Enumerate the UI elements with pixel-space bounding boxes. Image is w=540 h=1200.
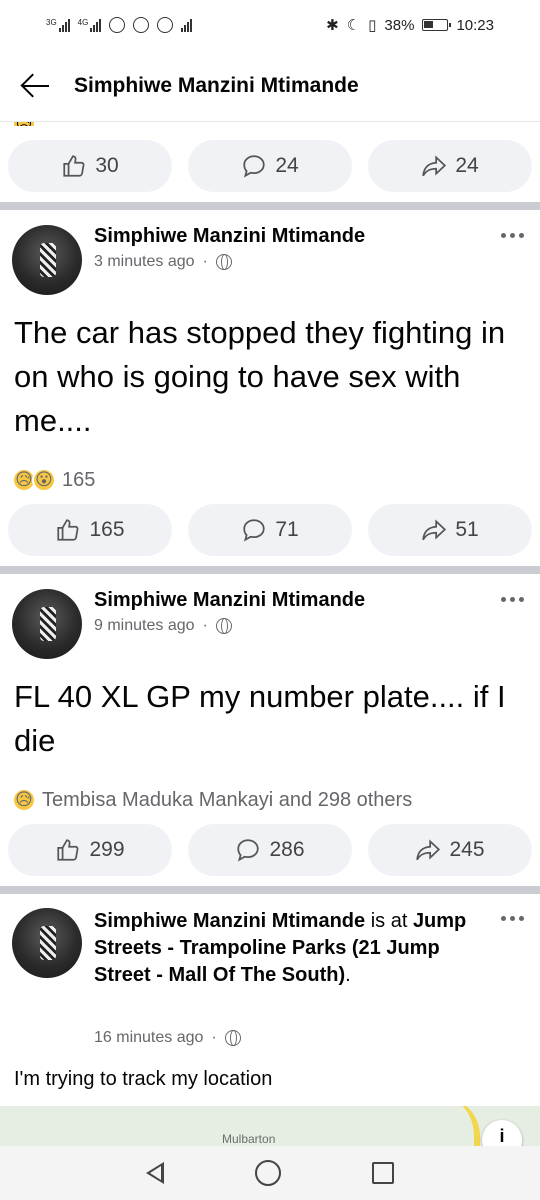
meta-separator: · [211,1029,217,1046]
more-options-icon[interactable] [501,916,524,921]
share-button[interactable]: 24 [368,140,532,192]
comment-bubble-icon [243,519,265,542]
comment-button[interactable]: 286 [188,824,352,876]
share-count: 245 [449,838,485,861]
like-button[interactable]: 30 [8,140,172,192]
status-right: ✱ ☾ ▯ 38% 10:23 [326,16,494,35]
post-text: The car has stopped they fighting in on … [14,315,506,438]
comment-count: 71 [275,518,299,541]
more-options-icon[interactable] [501,233,524,238]
reaction-count: 165 [62,468,96,491]
globe-icon [215,618,232,634]
eye-icon [109,17,126,33]
post-divider [0,886,540,894]
post-actions: 299 286 245 [0,824,540,880]
post-time[interactable]: 9 minutes ago [94,617,195,635]
previous-post-actions: 30 24 24 [0,140,540,196]
back-arrow-icon[interactable] [20,70,52,102]
comment-button[interactable]: 71 [188,504,352,556]
post-author-checkin: Simphiwe Manzini Mtimande is at Jump Str… [94,908,484,989]
map-place-label: Mulbarton [222,1132,276,1146]
comment-count: 24 [275,154,299,177]
checkin-period: . [345,964,351,986]
battery-icon [422,19,452,31]
comment-count: 286 [269,838,305,861]
map-info-icon[interactable]: i [482,1120,522,1146]
post-text: I'm trying to track my location [14,1068,273,1090]
post-header: Simphiwe Manzini Mtimande 9 minutes ago … [12,589,528,661]
post-author[interactable]: Simphiwe Manzini Mtimande [94,225,365,248]
share-arrow-icon [422,155,447,177]
thumbs-up-icon [63,155,85,177]
clock: 10:23 [456,16,494,34]
post-divider [0,566,540,574]
map-road [440,1106,480,1146]
wifi-icon [181,18,193,32]
post-time[interactable]: 16 minutes ago [94,1029,203,1047]
post-meta: 16 minutes ago · [94,1029,241,1047]
more-options-icon[interactable] [501,597,524,602]
comment-button[interactable]: 24 [188,140,352,192]
signal-icon-1: 3G [46,18,70,32]
post-header: Simphiwe Manzini Mtimande 3 minutes ago … [12,225,528,297]
nav-recents-icon[interactable] [372,1162,395,1184]
share-button[interactable]: 245 [368,824,532,876]
alarm-icon [133,17,150,33]
post-meta: 9 minutes ago · [94,617,232,635]
reactions-summary[interactable]: 😥 😮 165 [12,468,95,492]
map-preview[interactable]: Mulbarton i [0,1106,540,1146]
vibrate-icon: ▯ [368,17,377,34]
like-count: 165 [89,518,125,541]
network-type-2: 4G [77,18,89,27]
meta-separator: · [202,253,208,270]
wow-reaction-icon: 😮 [32,468,56,492]
nav-back-icon[interactable] [145,1162,164,1184]
app-header: Simphiwe Manzini Mtimande [0,50,540,122]
avatar[interactable] [12,908,82,978]
share-count: 24 [455,154,479,177]
battery-percent: 38% [384,16,415,34]
avatar[interactable] [12,589,82,659]
system-nav-bar [0,1146,540,1200]
share-arrow-icon [416,839,441,861]
nav-home-icon[interactable] [254,1160,281,1186]
post-time[interactable]: 3 minutes ago [94,253,195,271]
status-left: 3G 4G [46,17,193,33]
reaction-summary-text: Tembisa Maduka Mankayi and 298 others [42,788,413,811]
like-button[interactable]: 165 [8,504,172,556]
post-author[interactable]: Simphiwe Manzini Mtimande [94,910,365,932]
post-text: FL 40 XL GP my number plate.... if I die [14,679,506,758]
thumbs-up-icon [57,839,79,861]
post-author[interactable]: Simphiwe Manzini Mtimande [94,589,365,612]
page-title: Simphiwe Manzini Mtimande [74,73,359,97]
network-type-1: 3G [46,18,57,27]
meta-separator: · [202,617,208,634]
post-meta: 3 minutes ago · [94,253,232,271]
avatar[interactable] [12,225,82,295]
like-count: 30 [95,154,119,177]
signal-icon-2: 4G [78,18,102,32]
like-count: 299 [89,838,125,861]
post-actions: 165 71 51 [0,504,540,560]
bluetooth-icon: ✱ [326,17,339,34]
comment-bubble-icon [237,839,260,862]
facebook-notification-icon [157,17,174,33]
post-divider [0,202,540,210]
share-arrow-icon [422,519,447,541]
status-bar: 3G 4G ✱ ☾ ▯ 38% 10:23 [0,0,540,50]
comment-bubble-icon [243,155,265,178]
like-button[interactable]: 299 [8,824,172,876]
reactions-summary[interactable]: 😥 Tembisa Maduka Mankayi and 298 others [12,788,412,812]
thumbs-up-icon [57,519,79,541]
globe-icon [224,1030,241,1046]
share-count: 51 [455,518,479,541]
do-not-disturb-icon: ☾ [346,17,361,34]
checkin-connector: is at [365,910,413,932]
sad-reaction-icon: 😥 [12,788,36,812]
globe-icon [215,254,232,270]
post-header: Simphiwe Manzini Mtimande is at Jump Str… [12,908,528,1053]
share-button[interactable]: 51 [368,504,532,556]
